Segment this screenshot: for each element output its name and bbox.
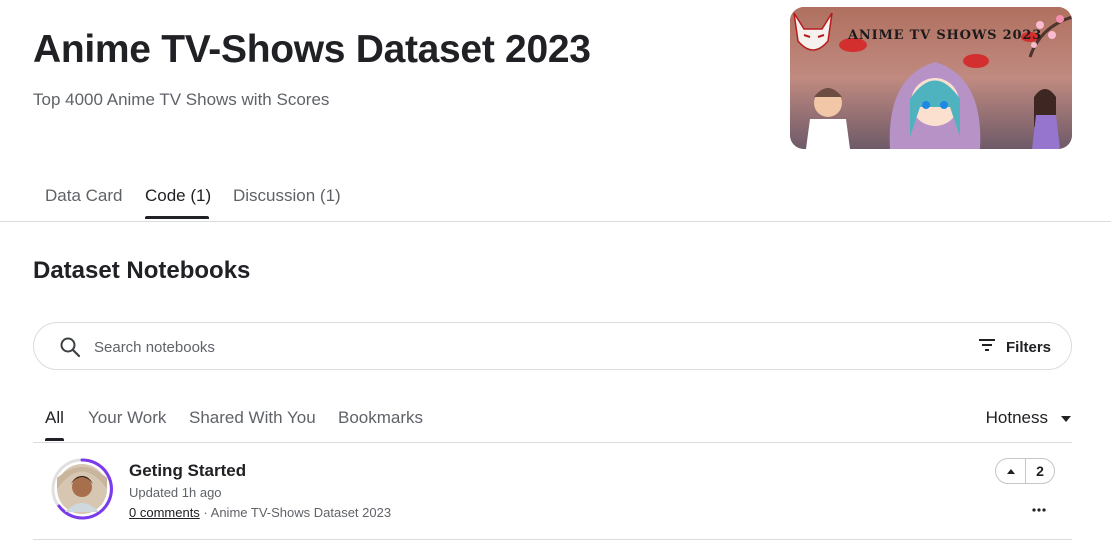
subtab-all[interactable]: All	[45, 408, 64, 428]
notebook-updated: Updated 1h ago	[129, 485, 222, 500]
search-bar: Filters	[33, 322, 1072, 370]
page-title: Anime TV-Shows Dataset 2023	[33, 28, 591, 71]
notebook-filter-tabs: All Your Work Shared With You Bookmarks …	[33, 400, 1072, 443]
vote-count: 2	[1036, 463, 1044, 479]
meta-separator: ·	[199, 505, 211, 520]
more-options-button[interactable]	[1027, 498, 1051, 518]
page-subtitle: Top 4000 Anime TV Shows with Scores	[33, 90, 330, 109]
search-icon	[58, 335, 82, 359]
comments-link[interactable]: 0 comments	[129, 505, 200, 520]
active-tab-indicator	[145, 216, 209, 219]
subtab-shared-with-you[interactable]: Shared With You	[189, 408, 316, 428]
tab-code[interactable]: Code (1)	[145, 186, 211, 206]
filters-label: Filters	[1005, 338, 1051, 356]
tab-discussion[interactable]: Discussion (1)	[233, 186, 341, 206]
notebook-row[interactable]: Geting Started Updated 1h ago 0 comments…	[33, 443, 1072, 540]
notebook-title[interactable]: Geting Started	[129, 461, 246, 481]
more-icon	[1032, 499, 1046, 517]
upvote-button[interactable]	[996, 459, 1026, 483]
search-input[interactable]	[94, 335, 954, 359]
avatar[interactable]	[51, 458, 113, 520]
dataset-tabs: Data Card Code (1) Discussion (1)	[0, 176, 1111, 222]
upvote-icon	[1006, 462, 1016, 480]
notebook-dataset: Anime TV-Shows Dataset 2023	[210, 505, 392, 520]
subtab-bookmarks[interactable]: Bookmarks	[338, 408, 423, 428]
sort-label: Hotness	[985, 408, 1048, 427]
section-title: Dataset Notebooks	[33, 257, 251, 284]
filters-button[interactable]: Filters	[978, 335, 1051, 359]
active-subtab-indicator	[45, 438, 64, 441]
subtab-your-work[interactable]: Your Work	[88, 408, 166, 428]
sort-dropdown[interactable]: Hotness	[986, 408, 1072, 428]
notebook-meta: 0 comments · Anime TV-Shows Dataset 2023	[129, 505, 391, 520]
upvote-control: 2	[995, 458, 1055, 484]
caret-down-icon	[1060, 408, 1072, 428]
dataset-banner-image: ANIME TV SHOWS 2023	[790, 7, 1072, 149]
filter-icon	[978, 338, 996, 356]
tab-data-card[interactable]: Data Card	[45, 186, 122, 206]
banner-text: ANIME TV SHOWS 2023	[848, 28, 1043, 43]
